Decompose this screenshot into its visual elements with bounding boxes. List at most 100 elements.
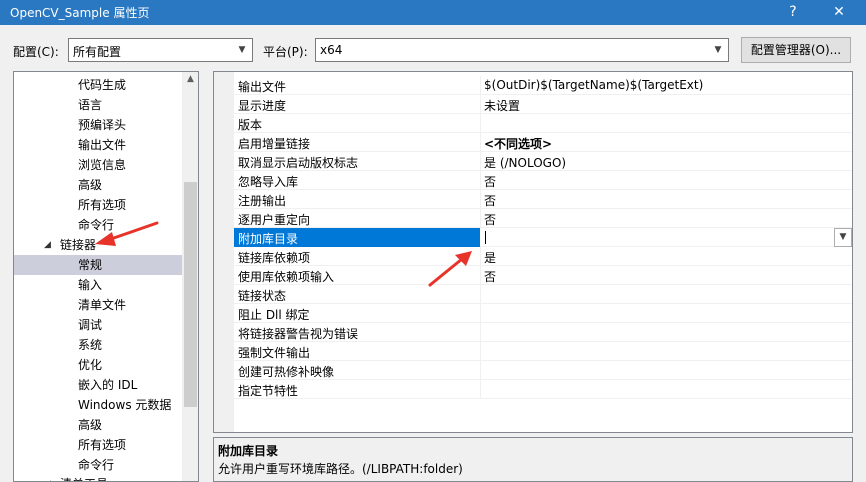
tree-item[interactable]: 高级 — [78, 415, 102, 435]
tree-item[interactable]: 嵌入的 IDL — [78, 375, 137, 395]
property-name: 附加库目录 — [238, 232, 299, 246]
tree-item[interactable]: 优化 — [78, 355, 102, 375]
property-name: 链接状态 — [238, 289, 287, 303]
property-name: 阻止 Dll 绑定 — [238, 308, 310, 322]
property-row[interactable]: 忽略导入库 否 — [234, 171, 852, 190]
column-divider — [480, 133, 481, 152]
property-row[interactable]: 逐用户重定向 否 — [234, 209, 852, 228]
property-row-selected[interactable]: 附加库目录 ▼ — [234, 228, 852, 247]
column-divider — [480, 76, 481, 95]
tree-item[interactable]: 输出文件 — [78, 135, 126, 155]
property-value: 未设置 — [484, 99, 521, 113]
property-name: 指定节特性 — [238, 384, 299, 398]
tree-item[interactable]: 命令行 — [78, 455, 114, 475]
scrollbar-thumb[interactable] — [184, 182, 197, 407]
tree-item[interactable]: 命令行 — [78, 215, 114, 235]
close-button[interactable]: ✕ — [816, 0, 862, 25]
tree-item[interactable]: 代码生成 — [78, 75, 126, 95]
property-row[interactable]: 创建可热修补映像 — [234, 361, 852, 380]
description-panel: 附加库目录 允许用户重写环境库路径。(/LIBPATH:folder) — [213, 437, 853, 482]
property-name: 显示进度 — [238, 99, 287, 113]
tree-item[interactable]: 系统 — [78, 335, 102, 355]
column-divider — [480, 285, 481, 304]
configuration-value: 所有配置 — [73, 45, 122, 59]
property-name: 逐用户重定向 — [238, 213, 311, 227]
tree-scrollbar[interactable]: ▲ — [182, 72, 198, 481]
property-row[interactable]: 链接库依赖项 是 — [234, 247, 852, 266]
property-value: 否 — [484, 270, 497, 284]
configuration-combo[interactable]: 所有配置 ▼ — [68, 38, 253, 62]
chevron-down-icon: ▼ — [714, 45, 722, 55]
property-row[interactable]: 输出文件 $(OutDir)$(TargetName)$(TargetExt) — [234, 76, 852, 95]
column-divider — [480, 152, 481, 171]
tree-item[interactable]: 清单工具 — [60, 474, 108, 481]
tree-item[interactable]: 所有选项 — [78, 435, 126, 455]
property-tree: 代码生成 语言 预编译头 输出文件 浏览信息 高级 所有选项 命令行 ◢ 链接器… — [13, 71, 199, 482]
property-row[interactable]: 启用增量链接 <不同选项> — [234, 133, 852, 152]
configuration-bar: 配置(C): 所有配置 ▼ 平台(P): x64 ▼ 配置管理器(O)... — [0, 25, 866, 71]
property-grid: 输出文件 $(OutDir)$(TargetName)$(TargetExt) 显… — [213, 71, 853, 433]
property-value: $(OutDir)$(TargetName)$(TargetExt) — [484, 78, 704, 92]
configuration-label: 配置(C): — [13, 45, 59, 59]
tree-item[interactable]: 语言 — [78, 95, 102, 115]
column-divider — [480, 95, 481, 114]
property-name: 创建可热修补映像 — [238, 365, 335, 379]
window-title: OpenCV_Sample 属性页 — [10, 6, 150, 20]
property-name: 启用增量链接 — [238, 137, 311, 151]
property-value: 是 (/NOLOGO) — [484, 156, 567, 170]
property-name: 将链接器警告视为错误 — [238, 327, 359, 341]
property-name: 强制文件输出 — [238, 346, 311, 360]
expanded-arrow-icon[interactable]: ◢ — [44, 240, 51, 250]
property-name: 输出文件 — [238, 80, 287, 94]
tree-item[interactable]: 高级 — [78, 175, 102, 195]
column-divider — [480, 171, 481, 190]
tree-item[interactable]: 清单文件 — [78, 295, 126, 315]
property-value: 否 — [484, 213, 497, 227]
property-row[interactable]: 取消显示启动版权标志 是 (/NOLOGO) — [234, 152, 852, 171]
text-caret — [485, 231, 486, 244]
column-divider — [480, 304, 481, 323]
column-divider — [480, 190, 481, 209]
tree-item[interactable]: Windows 元数据 — [78, 395, 171, 415]
property-name: 链接库依赖项 — [238, 251, 311, 265]
title-bar: OpenCV_Sample 属性页 ? ✕ — [0, 0, 866, 25]
property-value: 否 — [484, 194, 497, 208]
property-name: 忽略导入库 — [238, 175, 299, 189]
scroll-up-icon[interactable]: ▲ — [182, 74, 198, 88]
property-row[interactable]: 显示进度 未设置 — [234, 95, 852, 114]
property-value: <不同选项> — [484, 137, 553, 151]
column-divider — [480, 380, 481, 399]
property-row[interactable]: 使用库依赖项输入 否 — [234, 266, 852, 285]
property-row[interactable]: 将链接器警告视为错误 — [234, 323, 852, 342]
chevron-down-icon[interactable]: ▼ — [834, 228, 852, 247]
tree-item-general[interactable]: 常规 — [78, 255, 102, 275]
description-text: 允许用户重写环境库路径。(/LIBPATH:folder) — [218, 462, 463, 476]
column-divider — [480, 266, 481, 285]
property-value: 是 — [484, 251, 497, 265]
column-divider — [480, 361, 481, 380]
tree-item[interactable]: 预编译头 — [78, 115, 126, 135]
platform-combo[interactable]: x64 ▼ — [315, 38, 729, 62]
tree-item[interactable]: 输入 — [78, 275, 102, 295]
column-divider — [480, 323, 481, 342]
platform-label: 平台(P): — [263, 45, 308, 59]
column-divider — [480, 209, 481, 228]
tree-item-linker[interactable]: 链接器 — [60, 235, 96, 255]
property-row[interactable]: 指定节特性 — [234, 380, 852, 399]
property-row[interactable]: 版本 — [234, 114, 852, 133]
tree-item[interactable]: 浏览信息 — [78, 155, 126, 175]
tree-item[interactable]: 调试 — [78, 315, 102, 335]
configuration-manager-button[interactable]: 配置管理器(O)... — [741, 37, 851, 63]
property-row[interactable]: 阻止 Dll 绑定 — [234, 304, 852, 323]
property-row[interactable]: 强制文件输出 — [234, 342, 852, 361]
tree-item[interactable]: 所有选项 — [78, 195, 126, 215]
platform-value: x64 — [320, 43, 343, 57]
column-divider — [480, 247, 481, 266]
property-name: 取消显示启动版权标志 — [238, 156, 359, 170]
property-row[interactable]: 链接状态 — [234, 285, 852, 304]
property-value: 否 — [484, 175, 497, 189]
property-name: 版本 — [238, 118, 263, 132]
column-divider — [480, 114, 481, 133]
help-button[interactable]: ? — [770, 0, 816, 25]
property-row[interactable]: 注册输出 否 — [234, 190, 852, 209]
